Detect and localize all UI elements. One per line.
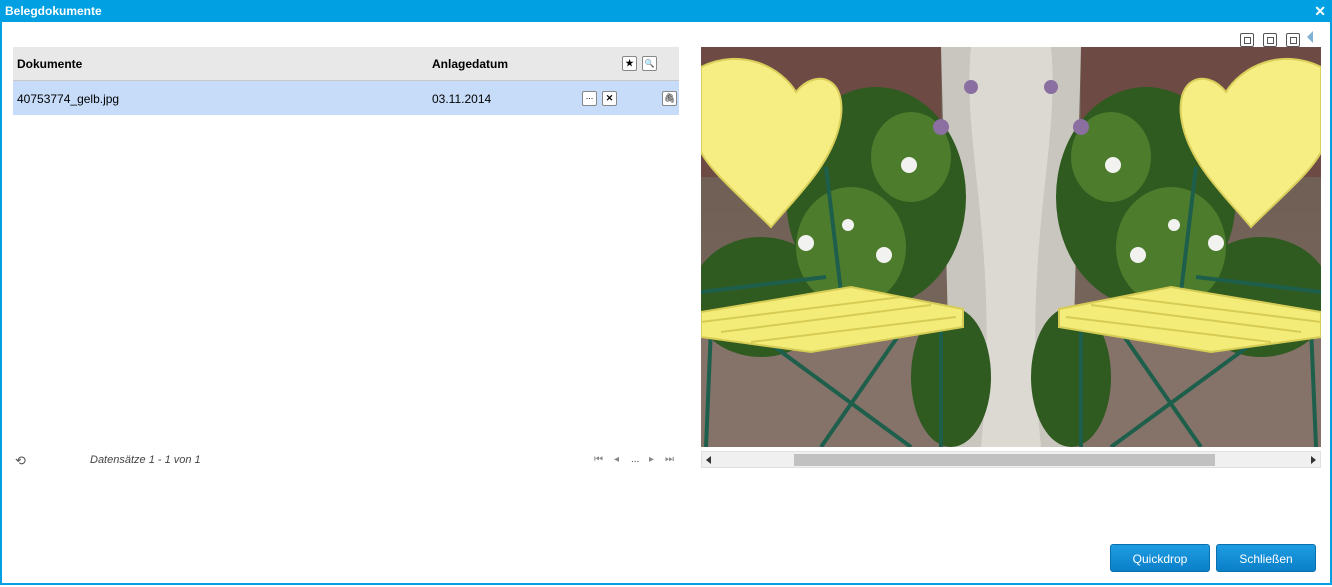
document-date-cell: 03.11.2014 xyxy=(432,92,492,106)
attachment-icon[interactable]: 🖇 xyxy=(662,91,677,106)
refresh-icon[interactable]: ⟲ xyxy=(15,453,26,469)
close-button[interactable]: Schließen xyxy=(1216,544,1316,572)
preview-image xyxy=(701,47,1321,447)
grid-header: Dokumente Anlagedatum ★ 🔍 xyxy=(13,47,679,81)
previous-page-icon[interactable]: ◂ xyxy=(614,454,619,465)
scroll-right-icon[interactable] xyxy=(1311,456,1316,464)
table-row[interactable]: 40753774_gelb.jpg 03.11.2014 ... ✕ 🖇 xyxy=(13,81,679,115)
last-page-icon[interactable]: ⏭ xyxy=(665,454,674,465)
fit-width-icon[interactable] xyxy=(1240,33,1254,47)
scrollbar-thumb[interactable] xyxy=(794,454,1215,466)
delete-icon[interactable]: ✕ xyxy=(602,91,617,106)
next-page-icon[interactable]: ▸ xyxy=(649,454,654,465)
more-options-button[interactable]: ... xyxy=(582,91,597,106)
search-icon[interactable]: 🔍 xyxy=(642,56,657,71)
original-size-icon[interactable] xyxy=(1286,33,1300,47)
collapse-panel-icon[interactable] xyxy=(1307,31,1313,43)
grid-footer: ⟲ Datensätze 1 - 1 von 1 ⏮ ◂ ... ▸ ⏭ xyxy=(13,452,679,470)
first-page-icon[interactable]: ⏮ xyxy=(594,454,603,465)
records-info: Datensätze 1 - 1 von 1 xyxy=(90,454,201,466)
quickdrop-button[interactable]: Quickdrop xyxy=(1110,544,1210,572)
column-header-anlagedatum[interactable]: Anlagedatum xyxy=(432,57,508,71)
scroll-left-icon[interactable] xyxy=(706,456,711,464)
page-ellipsis: ... xyxy=(631,454,640,465)
document-name-cell[interactable]: 40753774_gelb.jpg xyxy=(17,92,119,106)
star-icon[interactable]: ★ xyxy=(622,56,637,71)
documents-grid: Dokumente Anlagedatum ★ 🔍 40753774_gelb.… xyxy=(13,47,679,115)
title-bar[interactable]: Belegdokumente ✕ xyxy=(0,0,1332,22)
close-icon[interactable]: ✕ xyxy=(1314,0,1326,22)
image-preview[interactable] xyxy=(701,47,1321,447)
column-header-dokumente[interactable]: Dokumente xyxy=(17,57,82,71)
dialog-title: Belegdokumente xyxy=(5,4,102,18)
preview-horizontal-scrollbar[interactable] xyxy=(701,451,1321,468)
fit-page-icon[interactable] xyxy=(1263,33,1277,47)
